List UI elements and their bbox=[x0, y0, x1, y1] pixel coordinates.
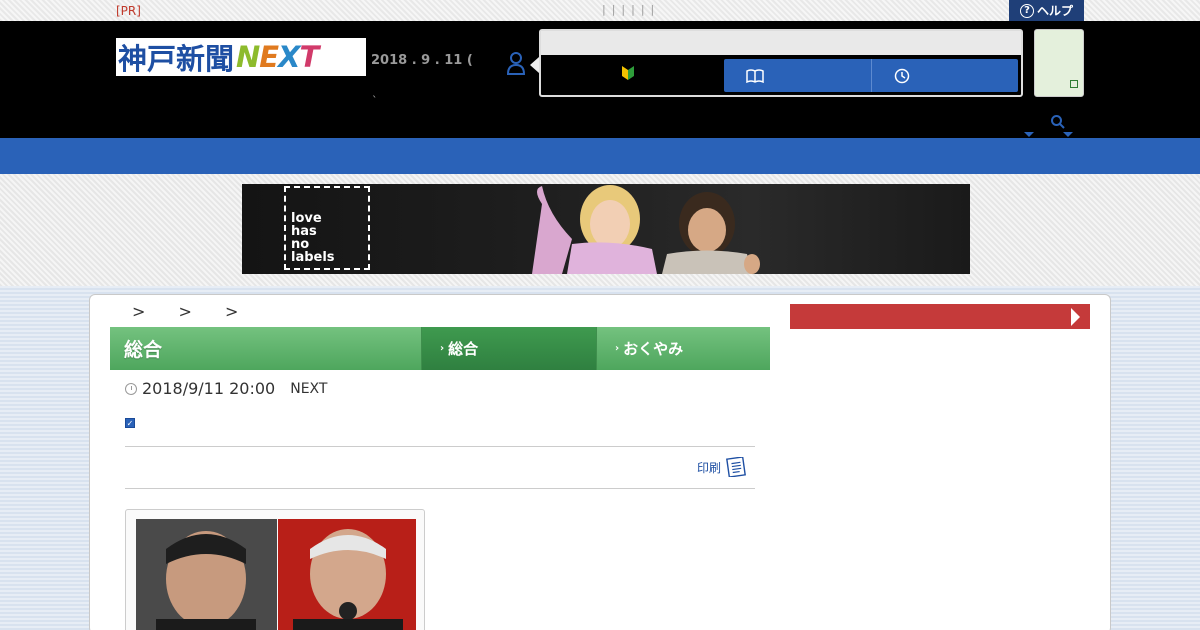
site-logo[interactable]: 神戸新聞 NEXT bbox=[116, 38, 366, 76]
arrow-right-icon bbox=[1071, 308, 1080, 326]
member-panel bbox=[539, 29, 1023, 97]
search-chevron-down-icon[interactable] bbox=[1063, 132, 1073, 137]
print-label: 印刷 bbox=[697, 460, 722, 475]
book-icon bbox=[746, 68, 764, 83]
external-window-icon bbox=[1070, 80, 1078, 88]
section-title: 総合 bbox=[124, 339, 163, 361]
tab-obituaries[interactable]: › おくやみ bbox=[596, 327, 770, 370]
checkbox-icon[interactable]: ✓ bbox=[125, 418, 135, 428]
question-circle-icon: ? bbox=[1019, 3, 1034, 18]
banner-child-image-2 bbox=[662, 192, 760, 274]
site-header: 神戸新聞 NEXT 2018 . 9 . 11 ( ` bbox=[0, 21, 1200, 138]
tab-general[interactable]: › 総合 bbox=[421, 327, 596, 370]
panel-button-group bbox=[724, 59, 1018, 92]
beginner-mark-icon[interactable] bbox=[621, 65, 635, 81]
photo-right bbox=[278, 519, 416, 630]
article-meta: 2018/9/11 20:00 NEXT bbox=[125, 379, 327, 398]
ad-area: love has no labels bbox=[0, 174, 1200, 286]
ad-banner[interactable]: love has no labels bbox=[242, 184, 970, 274]
history-button[interactable] bbox=[870, 59, 1019, 92]
article-source: NEXT bbox=[290, 380, 328, 397]
banner-text: love has no labels bbox=[291, 211, 335, 265]
article-photo[interactable] bbox=[125, 509, 425, 630]
photo-left bbox=[136, 519, 277, 630]
global-nav bbox=[0, 138, 1200, 174]
search-icon[interactable] bbox=[1050, 114, 1066, 130]
section-bar: 総合 › 総合 › おくやみ bbox=[110, 327, 770, 370]
clock-icon bbox=[894, 68, 909, 83]
sidebar-ranking-header[interactable] bbox=[790, 304, 1090, 329]
reader-button[interactable] bbox=[724, 59, 871, 92]
divider bbox=[125, 446, 755, 447]
help-button[interactable]: ? ヘルプ bbox=[1009, 0, 1084, 21]
pr-label[interactable]: [PR] bbox=[116, 4, 141, 18]
print-icon bbox=[726, 457, 746, 477]
panel-pointer bbox=[530, 57, 539, 73]
header-mark: ` bbox=[372, 94, 378, 107]
member-panel-bar bbox=[541, 31, 1021, 55]
chevron-right-icon: › bbox=[440, 343, 445, 354]
logo-kanji: 神戸新聞 bbox=[118, 42, 235, 76]
divider bbox=[125, 488, 755, 489]
breadcrumb[interactable]: > > > bbox=[132, 302, 252, 321]
banner-child-image-1 bbox=[532, 185, 657, 274]
chevron-down-icon[interactable] bbox=[1024, 132, 1034, 137]
header-date: 2018 . 9 . 11 ( bbox=[371, 53, 473, 68]
clock-icon bbox=[125, 382, 137, 395]
chevron-right-icon: › bbox=[615, 343, 620, 354]
article-datetime: 2018/9/11 20:00 bbox=[142, 379, 276, 398]
print-button[interactable]: 印刷 bbox=[697, 457, 747, 477]
help-label: ヘルプ bbox=[1036, 4, 1073, 18]
side-box[interactable] bbox=[1034, 29, 1084, 97]
user-icon[interactable] bbox=[505, 51, 527, 75]
logo-next: NEXT bbox=[236, 40, 319, 74]
banner-logo-box: love has no labels bbox=[284, 186, 370, 270]
top-links-placeholder: |||||| bbox=[602, 3, 661, 16]
